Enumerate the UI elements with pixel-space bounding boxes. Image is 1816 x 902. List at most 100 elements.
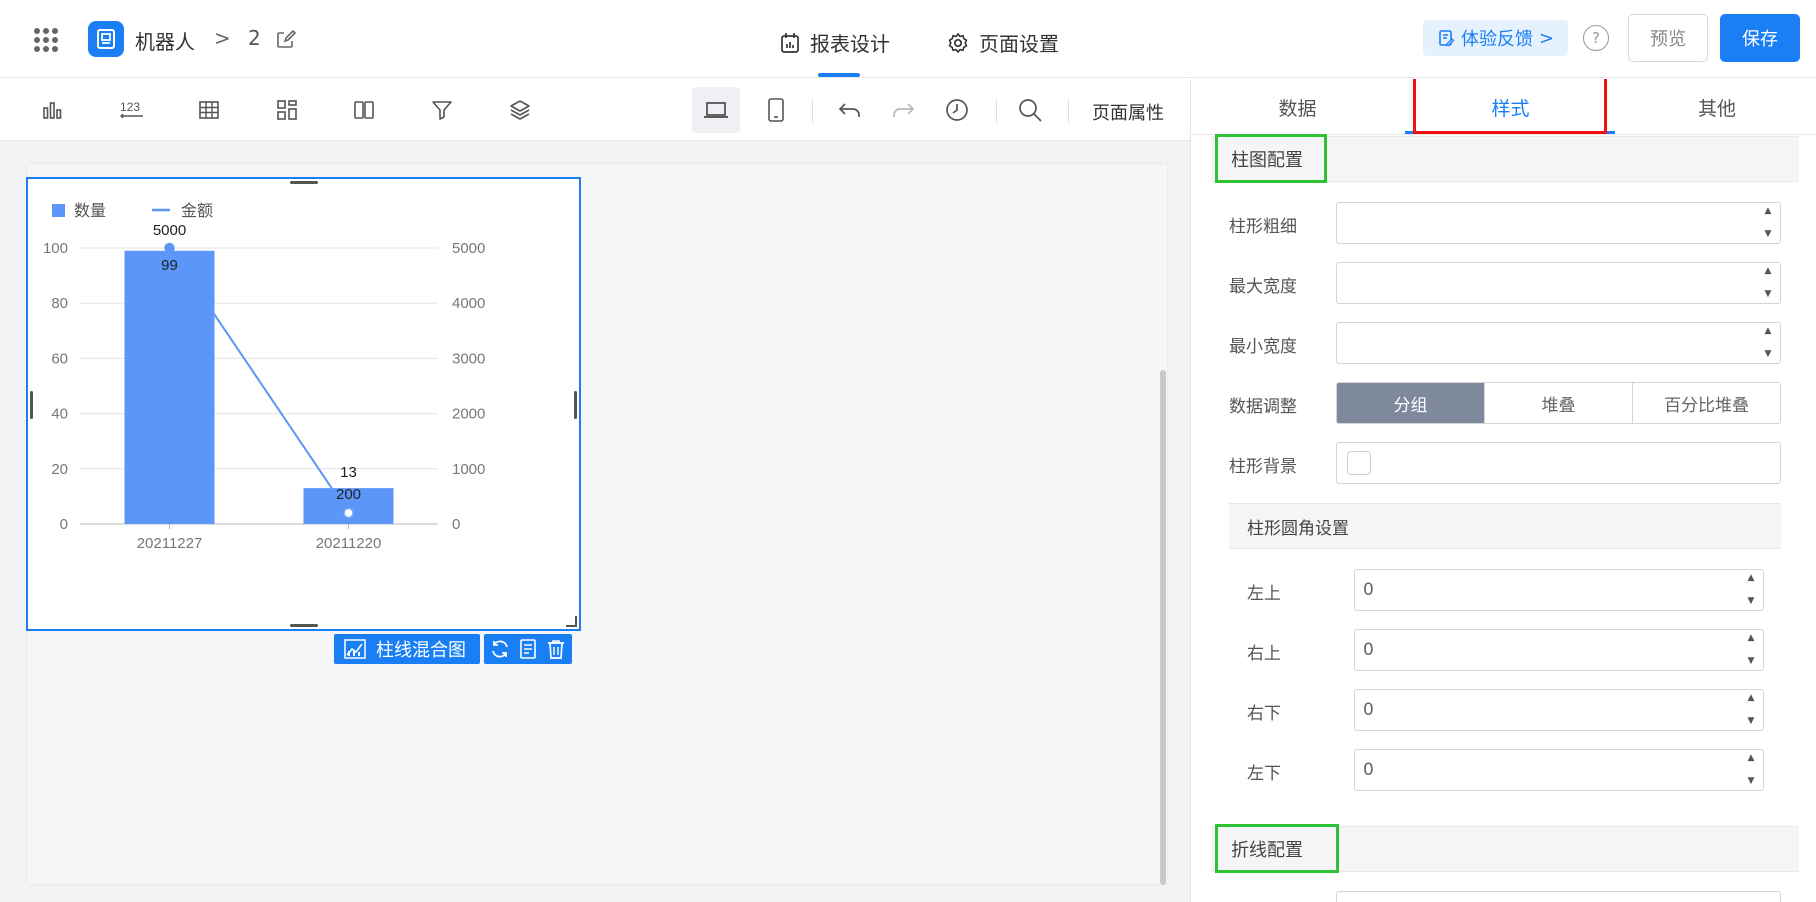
report-name: 2 xyxy=(248,26,261,50)
stepper[interactable]: ▲ ▼ xyxy=(1745,754,1757,786)
app-grid-icon[interactable] xyxy=(34,28,58,52)
line-config-input[interactable] xyxy=(1336,891,1781,902)
y-tick-label: 20 xyxy=(51,461,68,478)
page-properties-button[interactable]: 页面属性 xyxy=(1092,99,1164,125)
redo-icon[interactable] xyxy=(889,96,917,124)
line-point xyxy=(343,507,354,519)
radius-top-left-value: 0 xyxy=(1363,580,1374,600)
app-name[interactable]: 机器人 xyxy=(135,26,195,55)
bar-chart-icon[interactable] xyxy=(38,96,66,124)
radius-top-right-input[interactable]: 0 ▲ ▼ xyxy=(1354,629,1764,671)
bar-data-label: 13 xyxy=(340,464,357,481)
stepper[interactable]: ▲ ▼ xyxy=(1762,207,1774,239)
undo-icon[interactable] xyxy=(836,96,864,124)
adjust-option-stack[interactable]: 堆叠 xyxy=(1484,383,1632,423)
x-tick-label: 20211227 xyxy=(137,535,203,552)
resize-handle-right[interactable] xyxy=(574,391,577,419)
bar-background-color-field[interactable] xyxy=(1336,442,1781,484)
save-button[interactable]: 保存 xyxy=(1720,14,1800,62)
desktop-view-button[interactable] xyxy=(692,87,740,133)
widget-toolbar: 柱线混合图 xyxy=(334,634,572,664)
tab-report-design[interactable]: 报表设计 xyxy=(780,28,890,57)
number-icon[interactable]: 123 xyxy=(116,96,148,124)
refresh-icon[interactable] xyxy=(488,637,512,661)
laptop-icon xyxy=(704,102,728,118)
resize-handle-top[interactable] xyxy=(290,181,318,184)
table-icon[interactable] xyxy=(195,96,223,124)
min-width-input[interactable]: ▲ ▼ xyxy=(1336,322,1781,364)
tab-style[interactable]: 样式 xyxy=(1404,79,1617,135)
legend-label: 数量 xyxy=(74,202,106,220)
editor-toolbar: 123 页面属性 xyxy=(0,79,1190,141)
adjust-option-percent-stack[interactable]: 百分比堆叠 xyxy=(1632,383,1780,423)
toolbar-divider xyxy=(996,98,997,124)
resize-handle-bottom[interactable] xyxy=(290,624,318,627)
layers-icon[interactable] xyxy=(506,96,534,124)
bar-data-label: 99 xyxy=(161,257,178,274)
radius-bottom-right-label: 右下 xyxy=(1247,704,1281,724)
gear-icon xyxy=(948,32,968,53)
radius-bottom-left-input[interactable]: 0 ▲ ▼ xyxy=(1354,749,1764,791)
toolbar-divider xyxy=(1068,98,1069,124)
tab-other[interactable]: 其他 xyxy=(1617,79,1816,135)
radius-top-right-label: 右上 xyxy=(1247,644,1281,664)
color-swatch[interactable] xyxy=(1347,451,1371,475)
line-config-title: 折线配置 xyxy=(1231,840,1303,861)
y-tick-label: 0 xyxy=(60,516,68,533)
radius-top-left-label: 左上 xyxy=(1247,584,1281,604)
line-point xyxy=(164,242,175,254)
y-tick-label: 60 xyxy=(51,350,68,367)
stepper[interactable]: ▲ ▼ xyxy=(1745,574,1757,606)
filter-icon[interactable] xyxy=(428,96,456,124)
chevron-right-icon: > xyxy=(1539,27,1555,49)
y2-tick-label: 3000 xyxy=(452,350,485,367)
tab-data[interactable]: 数据 xyxy=(1191,79,1404,135)
active-tab-indicator xyxy=(818,73,860,77)
tab-page-settings[interactable]: 页面设置 xyxy=(947,28,1059,57)
adjust-option-group[interactable]: 分组 xyxy=(1337,383,1484,423)
mobile-view-button[interactable] xyxy=(762,87,790,133)
number-icon-glyph: 123 xyxy=(120,100,140,114)
preview-button[interactable]: 预览 xyxy=(1628,14,1708,62)
history-icon[interactable] xyxy=(943,96,971,124)
edit-icon[interactable] xyxy=(275,28,297,50)
legend-swatch-bar xyxy=(52,204,65,217)
stepper[interactable]: ▲ ▼ xyxy=(1745,694,1757,726)
min-width-label: 最小宽度 xyxy=(1229,337,1297,357)
copy-icon[interactable] xyxy=(516,637,540,661)
radius-top-left-input[interactable]: 0 ▲ ▼ xyxy=(1354,569,1764,611)
line-data-label: 5000 xyxy=(153,222,186,239)
feedback-button[interactable]: 体验反馈 > xyxy=(1423,20,1569,56)
y2-tick-label: 5000 xyxy=(452,240,485,257)
max-width-input[interactable]: ▲ ▼ xyxy=(1336,262,1781,304)
resize-handle-left[interactable] xyxy=(30,391,33,419)
chart-type-button[interactable]: 柱线混合图 xyxy=(334,634,480,664)
bar-config-header[interactable]: 柱图配置 xyxy=(1211,136,1799,182)
stepper[interactable]: ▲ ▼ xyxy=(1762,327,1774,359)
help-icon[interactable]: ? xyxy=(1583,25,1609,51)
radius-bottom-right-input[interactable]: 0 ▲ ▼ xyxy=(1354,689,1764,731)
x-tick-label: 20211220 xyxy=(316,535,382,552)
y2-tick-label: 0 xyxy=(452,516,460,533)
columns-icon[interactable] xyxy=(350,96,378,124)
stepper[interactable]: ▲ ▼ xyxy=(1745,634,1757,666)
bar-width-input[interactable]: ▲ ▼ xyxy=(1336,202,1781,244)
mobile-icon xyxy=(768,98,784,122)
canvas-scrollbar[interactable] xyxy=(1160,370,1166,885)
y-tick-label: 80 xyxy=(51,295,68,312)
y2-tick-label: 4000 xyxy=(452,295,485,312)
y2-tick-label: 1000 xyxy=(452,461,485,478)
line-config-header[interactable]: 折线配置 xyxy=(1211,826,1799,872)
bar-width-label: 柱形粗细 xyxy=(1229,217,1297,237)
y-tick-label: 100 xyxy=(43,240,68,257)
bar-radius-header[interactable]: 柱形圆角设置 xyxy=(1229,503,1781,549)
search-icon[interactable] xyxy=(1016,96,1044,124)
stepper[interactable]: ▲ ▼ xyxy=(1762,267,1774,299)
delete-icon[interactable] xyxy=(544,637,568,661)
bar-line-chart: 0204060801000100020003000400050002021122… xyxy=(43,202,485,552)
properties-panel: 数据 样式 其他 柱图配置 柱形粗细 ▲ ▼ 最大宽度 ▲ ▼ 最小宽度 ▲ ▼ 数据… xyxy=(1190,79,1816,902)
resize-corner-icon[interactable] xyxy=(565,615,577,627)
bar xyxy=(124,250,215,524)
chart-widget[interactable]: 0 20 40 60 80 100 0 1000 2000 3000 4000 5000 2021122… xyxy=(26,177,581,631)
layout-icon[interactable] xyxy=(273,96,301,124)
